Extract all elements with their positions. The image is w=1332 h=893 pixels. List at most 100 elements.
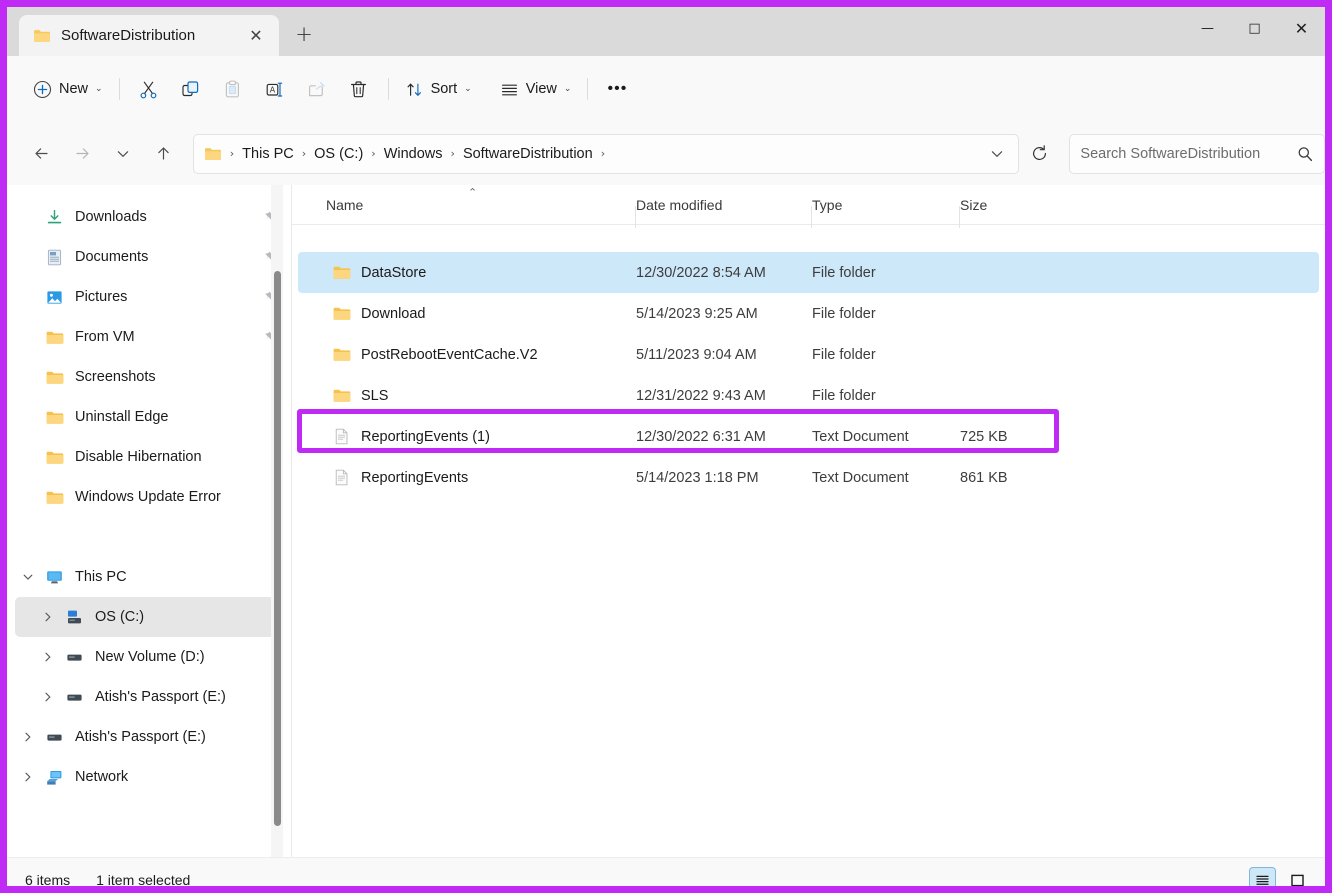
sort-button[interactable]: Sort ⌄ xyxy=(397,71,480,107)
table-row[interactable]: SLS 12/31/2022 9:43 AM File folder xyxy=(298,375,1319,416)
text-document-icon xyxy=(332,427,351,446)
column-header-type[interactable]: Type xyxy=(812,197,960,213)
svg-text:A: A xyxy=(270,85,276,94)
address-dropdown-button[interactable] xyxy=(980,146,1014,162)
toolbar-divider-2 xyxy=(388,78,389,100)
sidebar-item-documents[interactable]: Documents xyxy=(15,237,283,277)
maximize-button[interactable]: □ xyxy=(1231,7,1278,50)
delete-button[interactable] xyxy=(338,71,380,107)
sidebar-scrollbar[interactable] xyxy=(271,185,283,857)
sidebar-item-atish-passport-e[interactable]: Atish's Passport (E:) xyxy=(15,717,283,757)
column-header-size[interactable]: Size xyxy=(960,197,1070,213)
file-name-cell: Download xyxy=(332,304,636,323)
sidebar-item-network[interactable]: Network xyxy=(15,757,283,797)
tab-softwaredistribution[interactable]: SoftwareDistribution ✕ xyxy=(19,15,279,56)
chevron-right-icon[interactable] xyxy=(35,610,61,624)
column-header-name[interactable]: Name xyxy=(326,197,636,213)
sidebar-item-pictures[interactable]: Pictures xyxy=(15,277,283,317)
file-type-cell: File folder xyxy=(812,347,960,363)
sidebar-item-downloads[interactable]: Downloads xyxy=(15,197,283,237)
breadcrumb-os-c[interactable]: OS (C:) xyxy=(308,143,369,165)
view-button[interactable]: View ⌄ xyxy=(492,71,580,107)
search-box[interactable] xyxy=(1069,134,1325,174)
network-icon xyxy=(41,768,67,787)
column-header-date-modified[interactable]: Date modified xyxy=(636,197,812,213)
rename-button[interactable]: A xyxy=(254,71,296,107)
sidebar-item-atish-passport-e-child[interactable]: Atish's Passport (E:) xyxy=(15,677,283,717)
table-row[interactable]: DataStore 12/30/2022 8:54 AM File folder xyxy=(298,252,1319,293)
details-view-icon[interactable] xyxy=(1249,867,1276,893)
copy-button[interactable] xyxy=(170,71,212,107)
up-button[interactable] xyxy=(146,136,181,172)
paste-button[interactable] xyxy=(212,71,254,107)
search-icon[interactable] xyxy=(1296,145,1314,163)
close-icon[interactable]: ✕ xyxy=(243,23,269,49)
more-options-button[interactable]: ••• xyxy=(596,71,638,107)
sidebar-item-uninstall-edge[interactable]: Uninstall Edge xyxy=(15,397,283,437)
breadcrumb-separator[interactable]: › xyxy=(599,147,607,160)
chevron-right-icon[interactable] xyxy=(15,770,41,784)
file-type-cell: File folder xyxy=(812,265,960,281)
sidebar-item-this-pc[interactable]: This PC xyxy=(15,557,283,597)
cut-button[interactable] xyxy=(128,71,170,107)
file-date-cell: 12/30/2022 6:31 AM xyxy=(636,429,812,445)
chevron-right-icon[interactable] xyxy=(15,730,41,744)
back-button[interactable] xyxy=(24,136,59,172)
chevron-right-icon[interactable] xyxy=(35,650,61,664)
search-input[interactable] xyxy=(1080,146,1296,162)
minimize-button[interactable]: — xyxy=(1184,7,1231,50)
cut-icon xyxy=(138,79,159,100)
large-icons-view-icon[interactable] xyxy=(1284,867,1311,893)
file-type-cell: Text Document xyxy=(812,429,960,445)
copy-icon xyxy=(180,79,201,100)
breadcrumb-this-pc[interactable]: This PC xyxy=(236,143,300,165)
file-name-cell: ReportingEvents (1) xyxy=(332,427,636,446)
file-size-cell: 861 KB xyxy=(960,470,1070,486)
sidebar-item-label: Disable Hibernation xyxy=(75,449,202,465)
file-date-cell: 5/14/2023 9:25 AM xyxy=(636,306,812,322)
new-tab-button[interactable]: + xyxy=(285,15,323,53)
share-button[interactable] xyxy=(296,71,338,107)
chevron-right-icon[interactable] xyxy=(35,690,61,704)
column-header-date-label: Date modified xyxy=(636,197,722,213)
table-row[interactable]: ReportingEvents (1) 12/30/2022 6:31 AM T… xyxy=(298,416,1319,457)
file-date-cell: 5/11/2023 9:04 AM xyxy=(636,347,812,363)
sidebar-item-label: Atish's Passport (E:) xyxy=(75,729,206,745)
breadcrumb-separator[interactable]: › xyxy=(449,147,457,160)
file-date-cell: 12/30/2022 8:54 AM xyxy=(636,265,812,281)
sidebar-item-os-c[interactable]: OS (C:) xyxy=(15,597,283,637)
sidebar-item-disable-hibernation[interactable]: Disable Hibernation xyxy=(15,437,283,477)
forward-button[interactable] xyxy=(65,136,100,172)
address-bar[interactable]: › This PC › OS (C:) › Windows › Software… xyxy=(193,134,1019,174)
sidebar-item-label: From VM xyxy=(75,329,135,345)
file-date-cell: 12/31/2022 9:43 AM xyxy=(636,388,812,404)
new-button[interactable]: New ⌄ xyxy=(25,71,111,107)
refresh-button[interactable] xyxy=(1023,144,1056,163)
list-top-spacer xyxy=(292,225,1325,252)
recent-locations-button[interactable] xyxy=(105,136,140,172)
sidebar-item-new-volume-d[interactable]: New Volume (D:) xyxy=(15,637,283,677)
table-row[interactable]: Download 5/14/2023 9:25 AM File folder xyxy=(298,293,1319,334)
breadcrumb-softwaredistribution[interactable]: SoftwareDistribution xyxy=(457,143,599,165)
sidebar-item-from-vm[interactable]: From VM xyxy=(15,317,283,357)
toolbar-divider xyxy=(119,78,120,100)
sidebar-item-windows-update-error[interactable]: Windows Update Error xyxy=(15,477,283,517)
chevron-down-icon: ⌄ xyxy=(95,84,103,94)
breadcrumb-separator[interactable]: › xyxy=(300,147,308,160)
file-name-label: Download xyxy=(361,306,426,322)
window-close-button[interactable]: ✕ xyxy=(1278,7,1325,50)
breadcrumb-windows[interactable]: Windows xyxy=(378,143,449,165)
view-icon xyxy=(500,80,519,99)
table-row[interactable]: PostRebootEventCache.V2 5/11/2023 9:04 A… xyxy=(298,334,1319,375)
column-header-type-label: Type xyxy=(812,197,842,213)
file-name-label: PostRebootEventCache.V2 xyxy=(361,347,538,363)
view-button-label: View xyxy=(526,81,557,97)
toolbar-divider-3 xyxy=(587,78,588,100)
sidebar-scrollbar-thumb[interactable] xyxy=(274,271,281,826)
sidebar-item-screenshots[interactable]: Screenshots xyxy=(15,357,283,397)
breadcrumb-separator[interactable]: › xyxy=(369,147,377,160)
table-row[interactable]: ReportingEvents 5/14/2023 1:18 PM Text D… xyxy=(298,457,1319,498)
os-drive-icon xyxy=(61,608,87,627)
column-header-row: ⌃ Name Date modified Type Size xyxy=(292,185,1325,225)
chevron-down-icon[interactable] xyxy=(15,570,41,584)
